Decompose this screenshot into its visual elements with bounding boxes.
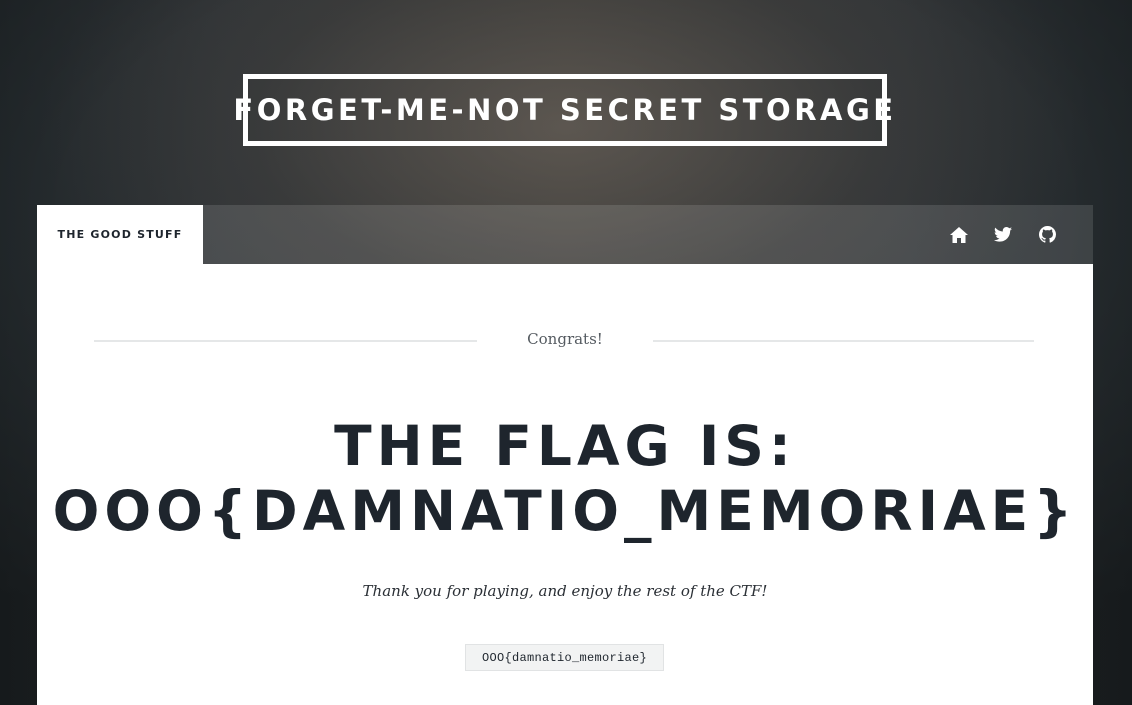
flag-code-box: OOO{damnatio_memoriae} (465, 644, 664, 671)
flag-headline: The flag is: OOO{damnatio_memoriae} (37, 414, 1093, 544)
divider-line-right (653, 340, 1034, 342)
nav-bar: The Good Stuff (37, 205, 1093, 264)
site-title[interactable]: Forget-me-not Secret Storage (233, 74, 893, 146)
divider-label: Congrats! (527, 330, 603, 348)
headline-line-1: The flag is: (334, 414, 796, 478)
main-content: Congrats! The flag is: OOO{damnatio_memo… (37, 264, 1093, 705)
divider-line-left (94, 340, 477, 342)
github-icon[interactable] (1037, 225, 1057, 245)
nav-tab-the-good-stuff[interactable]: The Good Stuff (37, 205, 203, 264)
site-title-text: Forget-me-not Secret Storage (233, 93, 897, 127)
thanks-message: Thank you for playing, and enjoy the res… (362, 582, 768, 600)
nav-icons (949, 205, 1057, 264)
home-icon[interactable] (949, 225, 969, 245)
twitter-icon[interactable] (993, 225, 1013, 245)
nav-tab-label: The Good Stuff (57, 228, 183, 241)
section-divider: Congrats! (94, 330, 1034, 350)
headline-line-2: OOO{damnatio_memoriae} (52, 479, 1078, 543)
flag-code-text: OOO{damnatio_memoriae} (481, 650, 648, 665)
